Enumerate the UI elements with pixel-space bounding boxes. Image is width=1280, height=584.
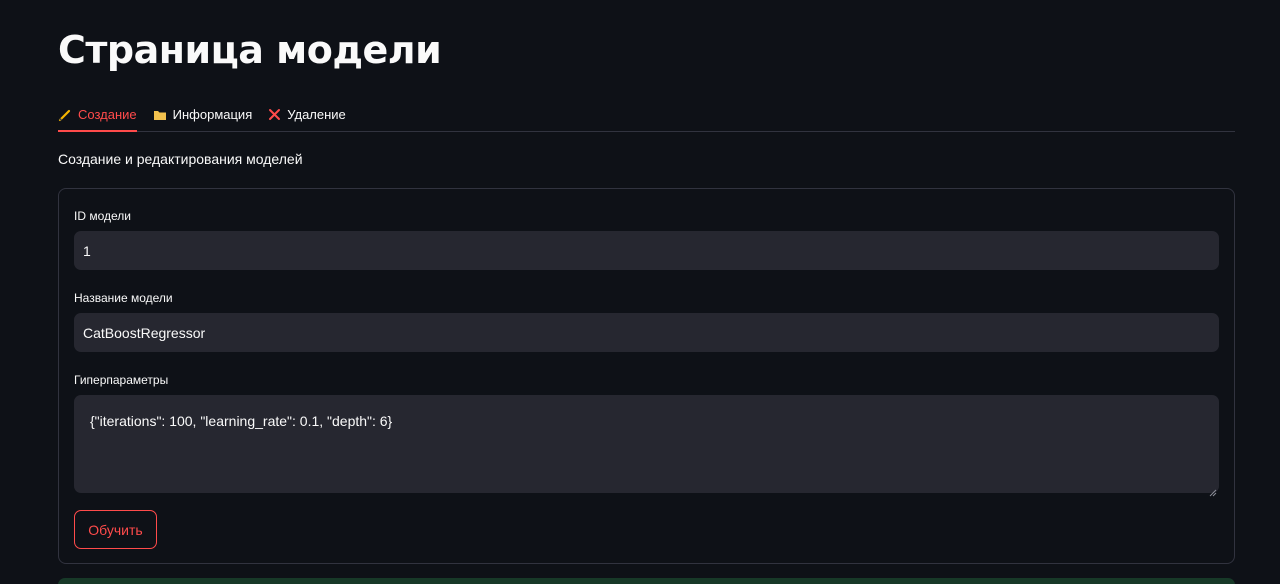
train-button[interactable]: Обучить	[74, 510, 157, 549]
success-alert	[58, 578, 1235, 584]
section-caption: Создание и редактирования моделей	[58, 151, 303, 167]
hyperparams-label: Гиперпараметры	[74, 373, 169, 387]
model-form: ID модели Название модели Гиперпараметры…	[58, 188, 1235, 564]
tab-delete-label: Удаление	[287, 107, 346, 122]
model-id-label: ID модели	[74, 209, 131, 223]
page-title: Страница модели	[58, 28, 442, 72]
cross-icon	[268, 108, 281, 121]
resize-grip-icon[interactable]	[1209, 484, 1217, 497]
model-id-input[interactable]	[74, 231, 1219, 270]
tab-create[interactable]: Создание	[58, 96, 137, 132]
tab-bar: Создание Информация Удаление	[58, 96, 1235, 132]
tab-create-label: Создание	[78, 107, 137, 122]
model-name-label: Название модели	[74, 291, 173, 305]
tab-info[interactable]: Информация	[153, 96, 253, 131]
folder-icon	[153, 109, 167, 121]
tab-delete[interactable]: Удаление	[268, 96, 346, 131]
hyperparams-textarea[interactable]: {"iterations": 100, "learning_rate": 0.1…	[74, 395, 1219, 493]
tab-info-label: Информация	[172, 107, 253, 122]
page: Страница модели Создание Информация Удал…	[0, 0, 1280, 584]
model-name-input[interactable]	[74, 313, 1219, 352]
pencil-icon	[58, 108, 72, 122]
